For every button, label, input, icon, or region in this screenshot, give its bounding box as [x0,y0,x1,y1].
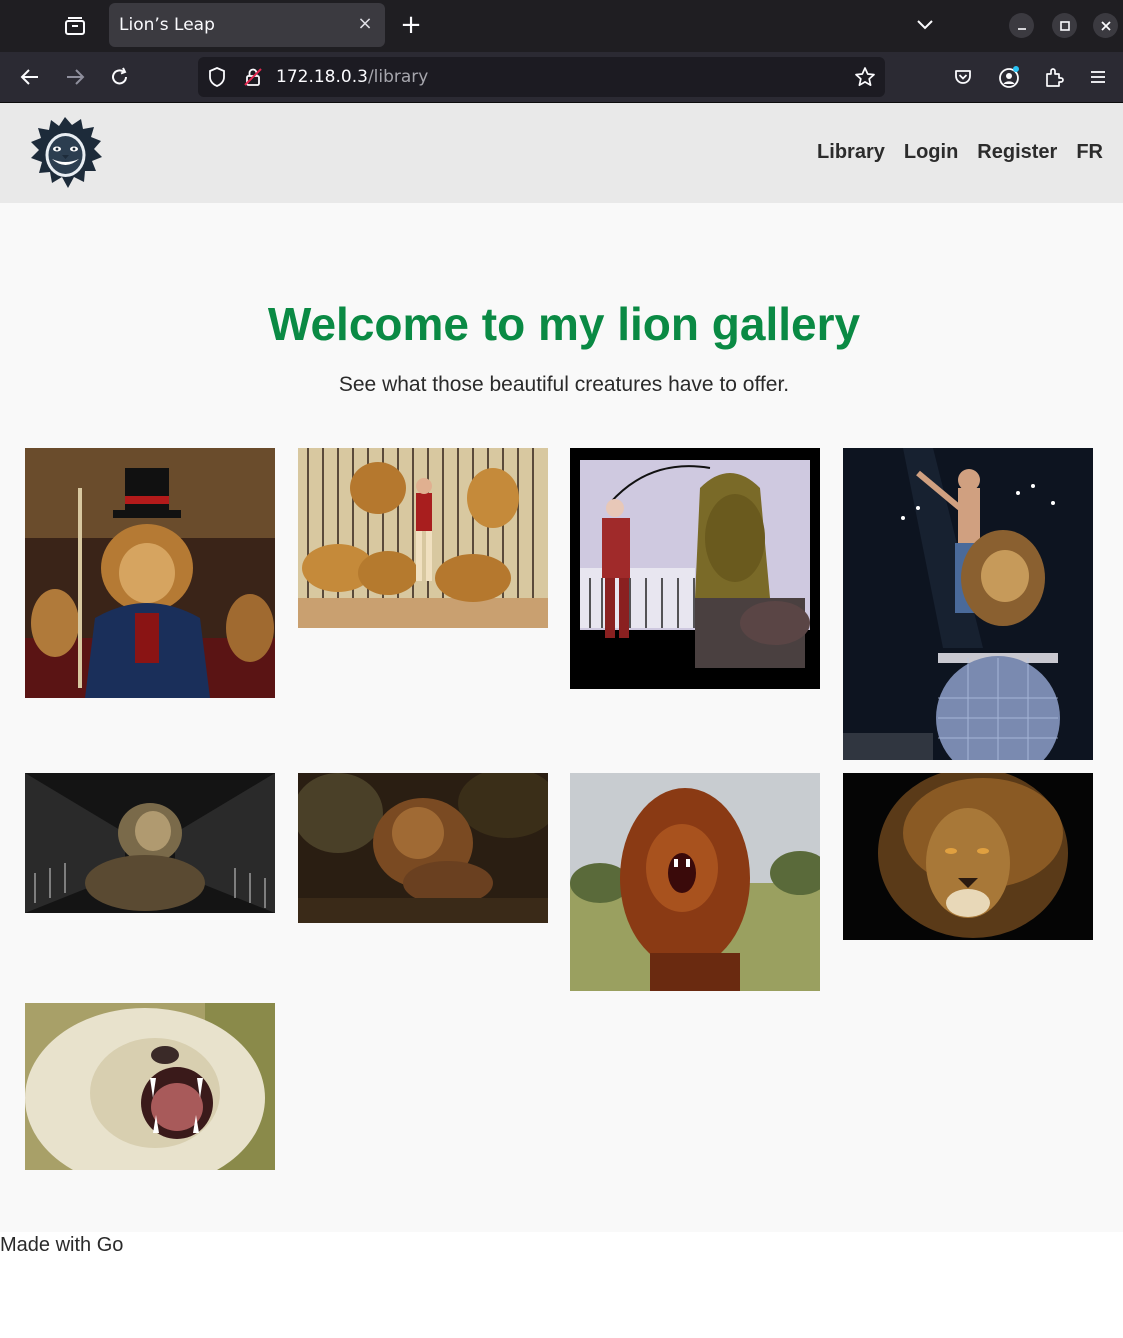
chevron-down-icon[interactable] [910,10,940,40]
page-content: Library Login Register FR Welcome to my … [0,103,1123,1232]
maximize-icon[interactable] [1052,13,1077,38]
star-icon[interactable] [854,66,876,93]
gallery-image-comic-lion-tamer[interactable] [570,448,820,689]
footer-text: Made with Go [0,1234,124,1256]
gallery-image-lion-on-disco-ball[interactable] [843,448,1093,760]
nav-register-link[interactable]: Register [977,141,1057,164]
tab-list-icon[interactable] [58,10,92,42]
close-tab-icon[interactable]: × [355,13,375,35]
gallery-image-circus-lion-ringmaster[interactable] [25,448,275,698]
page-title: Welcome to my lion gallery [267,298,861,350]
browser-nav-bar: 172.18.0.3/library [0,52,1123,103]
gallery-image-painting-lions-fight[interactable] [298,773,548,923]
new-tab-button[interactable]: + [396,10,426,42]
pocket-icon[interactable] [948,62,978,92]
url-host: 172.18.0.3 [276,67,368,87]
tracking-shield-icon[interactable] [207,66,227,93]
gallery-image-lion-in-cage-corridor[interactable] [25,773,275,913]
back-arrow-icon[interactable] [15,62,45,92]
url-text[interactable]: 172.18.0.3/library [276,67,428,87]
close-window-icon[interactable] [1093,13,1118,38]
insecure-lock-icon[interactable] [243,66,263,93]
nav-library-link[interactable]: Library [817,141,885,164]
forward-arrow-icon[interactable] [60,62,90,92]
site-nav: Library Login Register FR [817,141,1103,164]
site-footer: Made with Go [0,1232,1123,1338]
page-subtitle: See what those beautiful creatures have … [338,373,790,396]
gallery-image-red-mane-lion-roar[interactable] [570,773,820,991]
gallery-image-lion-portrait-dark[interactable] [843,773,1093,940]
extensions-icon[interactable] [1039,62,1069,92]
browser-tab-bar: Lion’s Leap × + [0,0,1123,52]
site-header: Library Login Register FR [0,103,1123,203]
gallery-image-lion-tamer-cage[interactable] [298,448,548,628]
tab-title: Lion’s Leap [119,15,215,35]
hamburger-menu-icon[interactable] [1083,62,1113,92]
account-icon[interactable] [994,62,1024,92]
url-path: /library [367,67,429,87]
nav-language-link[interactable]: FR [1076,141,1103,164]
url-bar[interactable]: 172.18.0.3/library [198,57,885,97]
active-tab[interactable]: Lion’s Leap × [109,3,385,47]
reload-icon[interactable] [105,62,135,92]
gallery-image-white-lion-roar[interactable] [25,1003,275,1170]
nav-login-link[interactable]: Login [904,141,958,164]
lion-logo[interactable] [28,117,103,189]
minimize-icon[interactable] [1009,13,1034,38]
